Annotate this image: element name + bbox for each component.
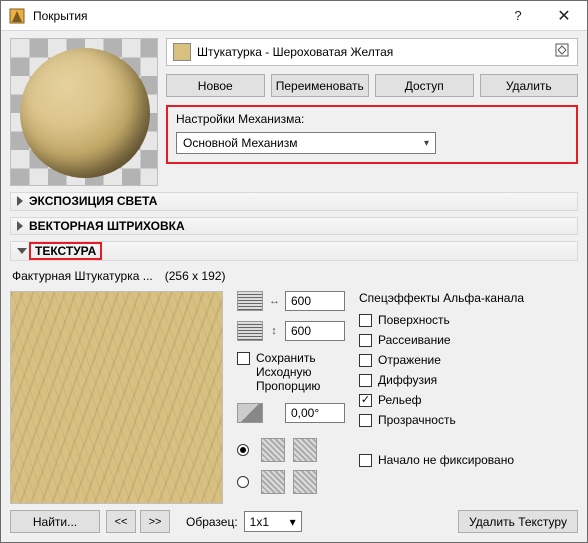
tile-option-a1[interactable] <box>261 438 285 462</box>
checkbox[interactable] <box>359 334 372 347</box>
section-exposure[interactable]: ЭКСПОЗИЦИЯ СВЕТА <box>10 192 578 211</box>
fx-transparency[interactable]: Прозрачность <box>359 413 578 427</box>
checkbox[interactable] <box>359 454 372 467</box>
angle-input[interactable]: 0,00° <box>285 403 345 423</box>
keep-ratio-checkbox[interactable] <box>237 352 250 365</box>
section-texture[interactable]: ТЕКСТУРА <box>10 241 578 261</box>
tile-option-a2[interactable] <box>293 438 317 462</box>
preview-sphere <box>20 48 150 178</box>
engine-settings-box: Настройки Механизма: Основной Механизм ▾ <box>166 105 578 164</box>
coatings-dialog: Покрытия ? ✕ Штукатурка - Шероховатая Же… <box>0 0 588 543</box>
chevron-down-icon <box>17 248 27 254</box>
texture-dims: (256 x 192) <box>165 269 226 283</box>
access-button[interactable]: Доступ <box>375 74 474 97</box>
hatch-icon <box>237 291 263 311</box>
material-swatch[interactable] <box>173 43 191 61</box>
fx-diffusion[interactable]: Рассеивание <box>359 333 578 347</box>
nav-buttons: << >> <box>106 510 170 533</box>
action-buttons: Новое Переименовать Доступ Удалить <box>166 74 578 97</box>
delete-texture-button[interactable]: Удалить Текстуру <box>458 510 578 533</box>
texture-info-row: Фактурная Штукатурка ... (256 x 192) <box>10 267 578 283</box>
footer-row: Найти... << >> Образец: 1x1 ▾ Удалить Те… <box>10 510 578 533</box>
header-right: Штукатурка - Шероховатая Желтая Новое Пе… <box>166 38 578 186</box>
tile-radio-1[interactable] <box>237 444 249 456</box>
help-button[interactable]: ? <box>495 1 541 31</box>
width-row: ↔ 600 <box>237 291 345 311</box>
chevron-right-icon <box>17 196 23 206</box>
fx-surface[interactable]: Поверхность <box>359 313 578 327</box>
material-name: Штукатурка - Шероховатая Желтая <box>197 45 547 59</box>
texture-name: Фактурная Штукатурка ... <box>12 269 153 283</box>
alpha-effects: Спецэффекты Альфа-канала Поверхность Рас… <box>359 291 578 504</box>
arrow-h-icon: ↔ <box>269 295 279 307</box>
checkbox[interactable] <box>359 394 372 407</box>
section-exposure-label: ЭКСПОЗИЦИЯ СВЕТА <box>29 194 157 208</box>
sample-value: 1x1 <box>250 515 269 529</box>
chevron-down-icon: ▾ <box>290 515 296 529</box>
new-button[interactable]: Новое <box>166 74 265 97</box>
app-icon <box>9 8 25 24</box>
keep-ratio-row[interactable]: Сохранить Исходную Пропорцию <box>237 351 345 393</box>
material-preview <box>10 38 158 186</box>
sample-select[interactable]: 1x1 ▾ <box>244 511 302 532</box>
fx-relief[interactable]: Рельеф <box>359 393 578 407</box>
arrow-v-icon: ↕ <box>269 325 279 337</box>
top-row: Штукатурка - Шероховатая Желтая Новое Пе… <box>10 38 578 186</box>
fx-reflection[interactable]: Отражение <box>359 353 578 367</box>
height-input[interactable]: 600 <box>285 321 345 341</box>
checkbox[interactable] <box>359 354 372 367</box>
tile-option-b1[interactable] <box>261 470 285 494</box>
window-title: Покрытия <box>33 9 495 23</box>
find-button[interactable]: Найти... <box>10 510 100 533</box>
prev-button[interactable]: << <box>106 510 136 533</box>
hatch-icon <box>237 321 263 341</box>
section-hatch[interactable]: ВЕКТОРНАЯ ШТРИХОВКА <box>10 217 578 236</box>
checkbox[interactable] <box>359 314 372 327</box>
section-texture-label: ТЕКСТУРА <box>35 244 96 258</box>
material-name-box: Штукатурка - Шероховатая Желтая <box>166 38 578 66</box>
height-row: ↕ 600 <box>237 321 345 341</box>
close-button[interactable]: ✕ <box>541 1 587 31</box>
titlebar: Покрытия ? ✕ <box>1 1 587 31</box>
delete-button[interactable]: Удалить <box>480 74 579 97</box>
fx-origin[interactable]: Начало не фиксировано <box>359 453 578 467</box>
next-button[interactable]: >> <box>140 510 170 533</box>
tile-mode-grid <box>237 437 345 495</box>
texture-preview <box>10 291 223 504</box>
checkbox[interactable] <box>359 414 372 427</box>
engine-dropdown[interactable]: Основной Механизм ▾ <box>176 132 436 154</box>
section-hatch-label: ВЕКТОРНАЯ ШТРИХОВКА <box>29 219 185 233</box>
width-input[interactable]: 600 <box>285 291 345 311</box>
engine-label: Настройки Механизма: <box>176 112 568 128</box>
content: Штукатурка - Шероховатая Желтая Новое Пе… <box>1 31 587 542</box>
chevron-right-icon <box>17 221 23 231</box>
angle-icon <box>237 403 263 423</box>
angle-row: 0,00° <box>237 403 345 423</box>
checkbox[interactable] <box>359 374 372 387</box>
rename-button[interactable]: Переименовать <box>271 74 370 97</box>
tile-radio-2[interactable] <box>237 476 249 488</box>
chevron-down-icon: ▾ <box>424 138 429 149</box>
keep-ratio-label: Сохранить Исходную Пропорцию <box>256 351 345 393</box>
texture-params: ↔ 600 ↕ 600 Сохранить Исходную Пропорцию… <box>237 291 345 504</box>
expand-icon[interactable] <box>553 43 571 61</box>
texture-body: ↔ 600 ↕ 600 Сохранить Исходную Пропорцию… <box>10 289 578 504</box>
engine-value: Основной Механизм <box>183 136 298 150</box>
fx-title: Спецэффекты Альфа-канала <box>359 291 578 305</box>
tile-option-b2[interactable] <box>293 470 317 494</box>
sample-label: Образец: <box>186 515 238 529</box>
fx-diffuse[interactable]: Диффузия <box>359 373 578 387</box>
